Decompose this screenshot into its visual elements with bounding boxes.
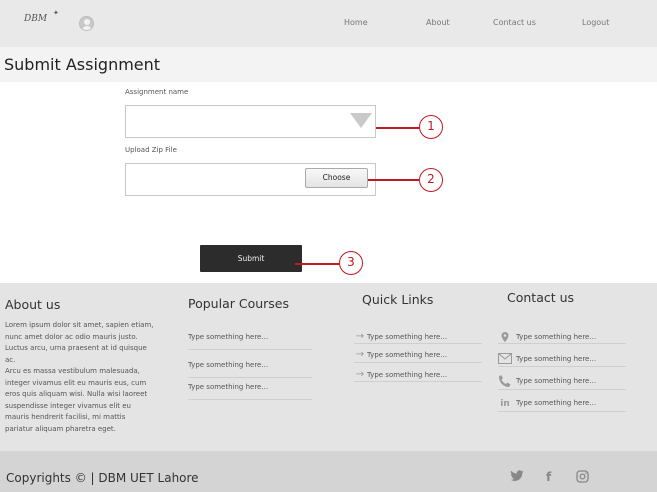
nav-logout[interactable]: Logout bbox=[582, 18, 609, 27]
callout-line-2 bbox=[368, 179, 419, 181]
callout-line-1 bbox=[376, 127, 419, 129]
assignment-name-label: Assignment name bbox=[125, 88, 189, 96]
assignment-name-dropdown[interactable] bbox=[125, 105, 376, 138]
logo-star-icon: ✦ bbox=[53, 9, 59, 17]
contact-item[interactable]: Type something here... bbox=[516, 377, 596, 385]
about-heading: About us bbox=[5, 297, 61, 312]
avatar[interactable] bbox=[79, 16, 94, 31]
arrow-right-icon: → bbox=[355, 369, 365, 380]
top-header bbox=[0, 0, 657, 47]
course-item[interactable]: Type something here... bbox=[188, 383, 268, 391]
submit-button[interactable]: Submit bbox=[200, 245, 302, 272]
nav-about[interactable]: About bbox=[426, 18, 450, 27]
divider bbox=[498, 411, 626, 412]
popular-courses-heading: Popular Courses bbox=[188, 296, 289, 311]
quick-link-item[interactable]: Type something here... bbox=[367, 371, 447, 379]
divider bbox=[188, 377, 312, 378]
arrow-right-icon: → bbox=[355, 331, 365, 342]
page-title: Submit Assignment bbox=[4, 55, 161, 74]
divider bbox=[354, 343, 482, 344]
divider bbox=[498, 343, 626, 344]
quick-links-heading: Quick Links bbox=[362, 292, 434, 307]
divider bbox=[354, 381, 482, 382]
nav-contact-us[interactable]: Contact us bbox=[493, 18, 536, 27]
quick-link-item[interactable]: Type something here... bbox=[367, 351, 447, 359]
phone-icon bbox=[498, 374, 512, 388]
dropdown-arrow-icon[interactable] bbox=[350, 113, 372, 128]
divider bbox=[188, 399, 312, 400]
callout-1: 1 bbox=[419, 115, 443, 139]
arrow-right-icon: → bbox=[355, 349, 365, 360]
twitter-icon[interactable] bbox=[510, 470, 524, 485]
quick-link-item[interactable]: Type something here... bbox=[367, 333, 447, 341]
envelope-icon bbox=[498, 353, 512, 365]
contact-item[interactable]: Type something here... bbox=[516, 399, 596, 407]
course-item[interactable]: Type something here... bbox=[188, 361, 268, 369]
linkedin-icon: in bbox=[500, 399, 510, 409]
contact-item[interactable]: Type something here... bbox=[516, 355, 596, 363]
nav-home[interactable]: Home bbox=[344, 18, 368, 27]
about-paragraph-2: Arcu es massa vestibulum malesuada, inte… bbox=[5, 367, 148, 433]
instagram-icon[interactable] bbox=[576, 470, 589, 486]
callout-line-3 bbox=[295, 263, 339, 265]
logo[interactable]: DBM bbox=[24, 14, 47, 24]
callout-3: 3 bbox=[339, 251, 363, 275]
divider bbox=[498, 366, 626, 367]
callout-2: 2 bbox=[419, 168, 443, 192]
course-item[interactable]: Type something here... bbox=[188, 333, 268, 341]
about-paragraph-1: Lorem ipsum dolor sit amet, sapien etiam… bbox=[5, 321, 154, 364]
contact-heading: Contact us bbox=[507, 290, 575, 305]
location-pin-icon bbox=[499, 331, 511, 343]
copyright-text: Copyrights © | DBM UET Lahore bbox=[6, 471, 199, 485]
divider bbox=[354, 362, 482, 363]
facebook-icon[interactable]: f bbox=[546, 470, 551, 484]
divider bbox=[188, 349, 312, 350]
choose-file-button[interactable]: Choose bbox=[305, 168, 368, 188]
upload-zip-label: Upload Zip File bbox=[125, 146, 177, 154]
divider bbox=[498, 389, 626, 390]
contact-item[interactable]: Type something here... bbox=[516, 333, 596, 341]
